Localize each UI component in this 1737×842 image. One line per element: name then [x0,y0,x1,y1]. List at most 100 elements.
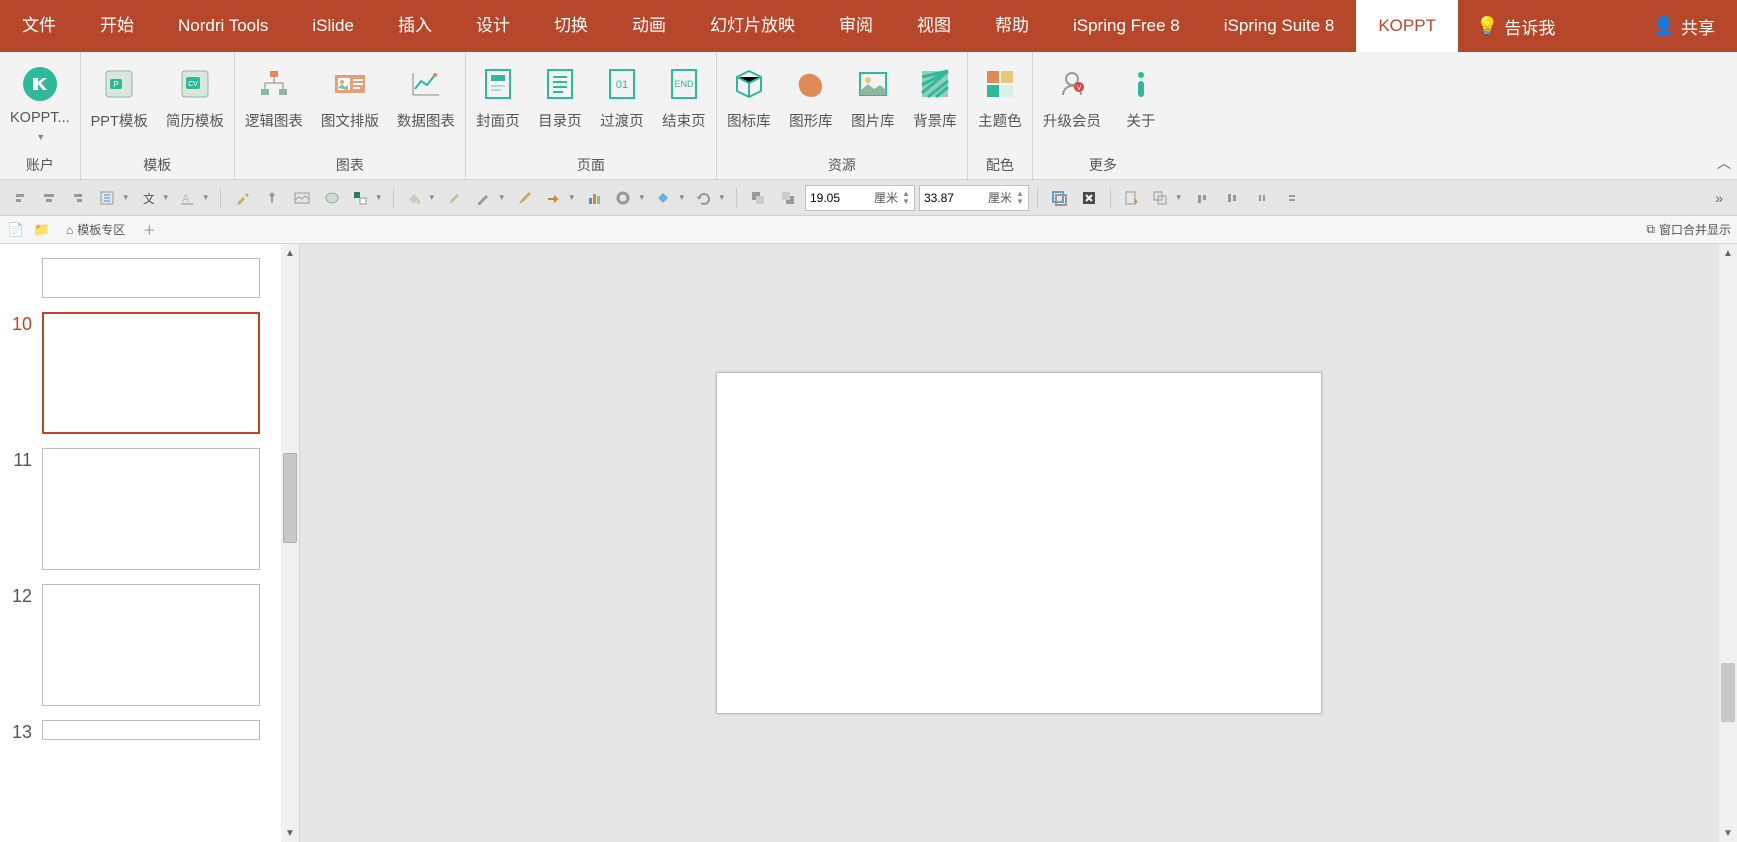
slide-thumbnail[interactable] [42,312,260,434]
icon-library-button[interactable]: 图标库 [725,60,773,135]
image-text-layout-button[interactable]: 图文排版 [319,60,381,135]
tab-transition[interactable]: 切换 [532,0,610,52]
shape-library-button[interactable]: 图形库 [787,60,835,135]
current-slide-canvas[interactable] [716,372,1322,714]
scroll-track[interactable] [281,262,299,824]
toc-page-button[interactable]: 目录页 [536,60,584,135]
distribute-h-button[interactable] [1249,185,1275,211]
slide-thumbnail[interactable] [42,258,260,298]
shape-fill-button[interactable]: ▾ [349,185,385,211]
open-folder-icon[interactable]: 📁 [32,220,52,240]
tab-review[interactable]: 审阅 [817,0,895,52]
font-color-button[interactable]: A▾ [176,185,212,211]
scroll-up-icon[interactable]: ▲ [1719,244,1737,262]
tab-animation[interactable]: 动画 [610,0,688,52]
align-center-h-button[interactable] [36,185,62,211]
group-button[interactable]: ▾ [1149,185,1185,211]
new-doc-icon[interactable]: 📄 [6,220,26,240]
tab-slideshow[interactable]: 幻灯片放映 [688,0,817,52]
distribute-v-button[interactable] [1279,185,1305,211]
tab-ispring-free[interactable]: iSpring Free 8 [1051,0,1202,52]
document-tab-bar: 📄 📁 ⌂ 模板专区 ＋ ⧉ 窗口合并显示 [0,216,1737,244]
align-middle-v-button[interactable] [1219,185,1245,211]
selection-pane-button[interactable] [1119,185,1145,211]
share-button[interactable]: 👤 共享 [1631,14,1737,39]
height-spinner[interactable]: ▲▼ [902,190,910,206]
background-library-button[interactable]: 背景库 [911,60,959,135]
slide-thumbnail[interactable] [42,584,260,706]
ppt-template-button[interactable]: P PPT模板 [89,60,150,135]
canvas-scrollbar-v[interactable]: ▲ ▼ [1719,244,1737,842]
height-input[interactable]: 厘米 ▲▼ [805,185,915,211]
slide-entry-11[interactable]: 11 [10,448,271,570]
width-spinner[interactable]: ▲▼ [1016,190,1024,206]
slide-entry-13[interactable]: 13 [10,720,271,743]
slide-thumbnail[interactable] [42,720,260,740]
scroll-thumb[interactable] [1721,663,1735,723]
tab-view[interactable]: 视图 [895,0,973,52]
bar-chart-button[interactable] [582,185,608,211]
scroll-up-icon[interactable]: ▲ [281,244,299,262]
send-backward-button[interactable] [775,185,801,211]
slide-entry-prev[interactable] [10,258,271,298]
theme-color-button[interactable]: 主题色 [976,60,1024,135]
upgrade-member-button[interactable]: V 升级会员 [1041,60,1103,135]
rotate-button[interactable]: ▾ [692,185,728,211]
thumbnail-scrollbar[interactable]: ▲ ▼ [281,244,299,842]
cover-page-button[interactable]: 封面页 [474,60,522,135]
crop-button[interactable] [1046,185,1072,211]
about-button[interactable]: 关于 [1117,60,1165,135]
paint-bucket-button[interactable]: ▾ [402,185,438,211]
tell-me-search[interactable]: 💡 告诉我 [1458,14,1573,39]
align-top-button[interactable] [1189,185,1215,211]
toolbar-overflow-button[interactable]: » [1707,190,1731,206]
pencil-button[interactable] [512,185,538,211]
image-library-button[interactable]: 图片库 [849,60,897,135]
svg-text:V: V [1077,85,1082,92]
window-merge-label[interactable]: 窗口合并显示 [1659,221,1731,238]
scroll-down-icon[interactable]: ▼ [1719,824,1737,842]
tab-nordri-tools[interactable]: Nordri Tools [156,0,290,52]
slide-entry-10[interactable]: 10 [10,312,271,434]
resume-template-button[interactable]: CV 简历模板 [164,60,226,135]
donut-chart-button[interactable]: ▾ [612,185,648,211]
add-tab-button[interactable]: ＋ [139,220,159,240]
transition-page-button[interactable]: 01 过渡页 [598,60,646,135]
pin-button[interactable] [259,185,285,211]
tab-insert[interactable]: 插入 [376,0,454,52]
template-zone-tab[interactable]: ⌂ 模板专区 [58,219,133,240]
group-account: KOPPT... ▼ 账户 [0,52,81,179]
paragraph-spacing-button[interactable]: ▾ [96,185,132,211]
remove-bg-button[interactable] [1076,185,1102,211]
tab-file[interactable]: 文件 [0,0,78,52]
arrow-style-button[interactable]: ▾ [542,185,578,211]
picture-format-button[interactable] [289,185,315,211]
slide-entry-12[interactable]: 12 [10,584,271,706]
koppt-account-button[interactable]: KOPPT... ▼ [8,60,72,146]
tab-design[interactable]: 设计 [454,0,532,52]
logic-chart-button[interactable]: 逻辑图表 [243,60,305,135]
width-value-field[interactable] [924,191,984,205]
scroll-down-icon[interactable]: ▼ [281,824,299,842]
height-value-field[interactable] [810,191,870,205]
shape-oval-button[interactable] [319,185,345,211]
pen-button[interactable]: ▾ [472,185,508,211]
highlighter-button[interactable] [442,185,468,211]
align-right-button[interactable] [66,185,92,211]
collapse-ribbon-button[interactable]: ︿ [1717,153,1731,173]
smartart-button[interactable]: ▾ [652,185,688,211]
align-left-button[interactable] [6,185,32,211]
slide-thumbnail[interactable] [42,448,260,570]
width-input[interactable]: 厘米 ▲▼ [919,185,1029,211]
tab-koppt[interactable]: KOPPT [1356,0,1458,52]
tab-islide[interactable]: iSlide [290,0,376,52]
scroll-thumb[interactable] [283,453,297,543]
data-chart-button[interactable]: 数据图表 [395,60,457,135]
bring-forward-button[interactable] [745,185,771,211]
eyedropper-button[interactable] [229,185,255,211]
tab-ispring-suite[interactable]: iSpring Suite 8 [1202,0,1357,52]
tab-help[interactable]: 帮助 [973,0,1051,52]
tab-home[interactable]: 开始 [78,0,156,52]
end-page-button[interactable]: END 结束页 [660,60,708,135]
text-direction-button[interactable]: 文▾ [136,185,172,211]
